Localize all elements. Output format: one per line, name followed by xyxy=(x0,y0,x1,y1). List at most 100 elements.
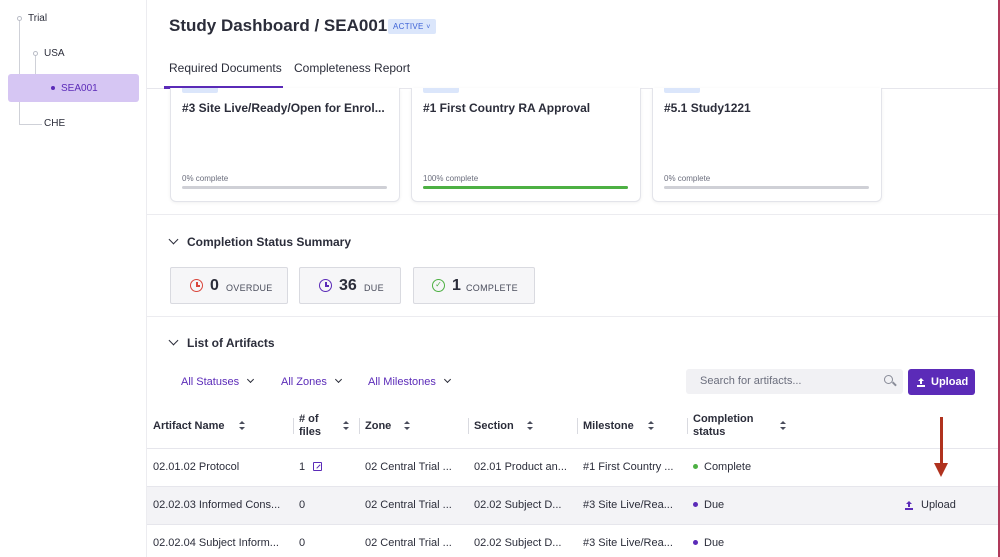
artifact-name-cell[interactable]: 02.02.03 Informed Cons... xyxy=(153,499,288,511)
column-header-milestone[interactable]: Milestone xyxy=(583,420,634,433)
tree-item-usa[interactable]: USA xyxy=(44,48,65,59)
card-tag xyxy=(664,88,700,93)
chevron-down-icon xyxy=(334,375,342,384)
due-stat[interactable]: 36 DUE xyxy=(299,267,401,304)
table-row[interactable]: 02.01.02 Protocol 1 02 Central Trial ...… xyxy=(147,448,998,486)
sort-icon[interactable] xyxy=(343,421,349,430)
card-tag xyxy=(423,88,459,93)
milestone-cell: #3 Site Live/Rea... xyxy=(583,537,673,549)
completion-status-text: Due xyxy=(704,537,725,549)
milestone-card[interactable]: #3 Site Live/Ready/Open for Enrol... 0% … xyxy=(170,88,400,202)
artifact-name-cell[interactable]: 02.01.02 Protocol xyxy=(153,461,288,473)
page-title: Study Dashboard / SEA001 xyxy=(169,16,388,35)
search-placeholder: Search for artifacts... xyxy=(700,375,802,387)
artifacts-title: List of Artifacts xyxy=(187,336,275,350)
tree-node-dot xyxy=(51,86,55,90)
status-dot xyxy=(693,502,698,507)
zone-cell: 02 Central Trial ... xyxy=(365,461,452,473)
summary-title: Completion Status Summary xyxy=(187,235,352,249)
section-cell: 02.01 Product an... xyxy=(474,461,567,473)
milestone-card[interactable]: #5.1 Study1221 0% complete xyxy=(652,88,882,202)
milestone-cell: #3 Site Live/Rea... xyxy=(583,499,673,511)
search-icon[interactable] xyxy=(884,375,893,384)
sort-icon[interactable] xyxy=(780,421,786,430)
tree-item-che[interactable]: CHE xyxy=(44,118,65,129)
column-header-files[interactable]: # of files xyxy=(299,413,329,439)
tree-line xyxy=(19,20,20,125)
upload-icon xyxy=(905,501,913,510)
row-upload-label: Upload xyxy=(921,499,956,511)
status-badge[interactable]: ACTIVE ˅ xyxy=(388,19,436,34)
card-progress-bar xyxy=(664,186,869,189)
annotation-arrow-head xyxy=(934,463,948,477)
files-count-cell: 0 xyxy=(299,499,306,511)
section-cell: 02.02 Subject D... xyxy=(474,499,562,511)
sort-icon[interactable] xyxy=(648,421,654,430)
card-progress-label: 100% complete xyxy=(423,174,479,183)
column-divider xyxy=(293,418,294,434)
milestone-card[interactable]: #1 First Country RA Approval 100% comple… xyxy=(411,88,641,202)
section-cell: 02.02 Subject D... xyxy=(474,537,562,549)
tree-line xyxy=(19,124,42,125)
completion-status-cell: Due xyxy=(693,499,724,511)
column-divider xyxy=(577,418,578,434)
tab-required-documents[interactable]: Required Documents xyxy=(169,61,282,75)
column-header-zone[interactable]: Zone xyxy=(365,420,391,433)
due-label: DUE xyxy=(364,283,384,293)
artifacts-toggle[interactable]: List of Artifacts xyxy=(168,335,275,350)
zone-cell: 02 Central Trial ... xyxy=(365,537,452,549)
card-title: #1 First Country RA Approval xyxy=(423,101,591,115)
chevron-down-icon: ˅ xyxy=(426,24,431,31)
column-divider xyxy=(468,418,469,434)
status-badge-label: ACTIVE xyxy=(393,22,424,31)
completion-status-cell: Complete xyxy=(693,461,751,473)
chevron-down-icon xyxy=(168,335,179,346)
status-dot xyxy=(693,540,698,545)
zone-cell: 02 Central Trial ... xyxy=(365,499,452,511)
sort-icon[interactable] xyxy=(527,421,533,430)
status-dot xyxy=(693,464,698,469)
table-row[interactable]: 02.02.04 Subject Inform... 0 02 Central … xyxy=(147,524,998,557)
tree-item-trial[interactable]: Trial xyxy=(28,13,47,24)
artifact-name-cell[interactable]: 02.02.04 Subject Inform... xyxy=(153,537,288,549)
zone-filter[interactable]: All Zones xyxy=(281,375,342,388)
sort-icon[interactable] xyxy=(404,421,410,430)
clock-icon xyxy=(319,279,332,292)
annotation-arrow xyxy=(940,417,943,465)
complete-stat[interactable]: ✓ 1 COMPLETE xyxy=(413,267,535,304)
site-tree-sidebar: Trial USA SEA001 CHE xyxy=(0,0,147,557)
table-row[interactable]: 02.02.03 Informed Cons... 0 02 Central T… xyxy=(147,486,998,524)
column-header-completion-status[interactable]: Completion status xyxy=(693,413,768,439)
overdue-count: 0 xyxy=(210,277,219,294)
card-progress-label: 0% complete xyxy=(182,174,229,183)
section-divider xyxy=(147,214,998,215)
check-circle-icon: ✓ xyxy=(432,279,445,292)
tab-completeness-report[interactable]: Completeness Report xyxy=(294,61,410,75)
column-header-artifact-name[interactable]: Artifact Name xyxy=(153,420,225,433)
column-divider xyxy=(687,418,688,434)
card-progress-bar xyxy=(423,186,628,189)
chevron-down-icon xyxy=(168,234,179,245)
completion-status-text: Complete xyxy=(704,461,752,473)
upload-button[interactable]: Upload xyxy=(908,369,975,395)
column-divider xyxy=(359,418,360,434)
upload-icon xyxy=(917,378,925,387)
summary-toggle[interactable]: Completion Status Summary xyxy=(168,234,352,249)
section-divider xyxy=(147,316,998,317)
completion-status-cell: Due xyxy=(693,537,724,549)
complete-count: 1 xyxy=(452,277,461,294)
milestone-filter[interactable]: All Milestones xyxy=(368,375,451,388)
external-link-icon[interactable] xyxy=(313,462,322,471)
column-header-section[interactable]: Section xyxy=(474,420,514,433)
card-progress-bar xyxy=(182,186,387,189)
sort-icon[interactable] xyxy=(239,421,245,430)
milestone-cell: #1 First Country ... xyxy=(583,461,674,473)
status-filter[interactable]: All Statuses xyxy=(181,375,255,388)
row-upload-button[interactable]: Upload xyxy=(905,499,956,511)
files-count-cell: 1 xyxy=(299,461,306,473)
overdue-stat[interactable]: 0 OVERDUE xyxy=(170,267,288,304)
search-input[interactable]: Search for artifacts... xyxy=(686,369,903,394)
overdue-label: OVERDUE xyxy=(226,283,273,293)
tree-node-dot xyxy=(17,16,22,21)
due-count: 36 xyxy=(339,277,357,294)
